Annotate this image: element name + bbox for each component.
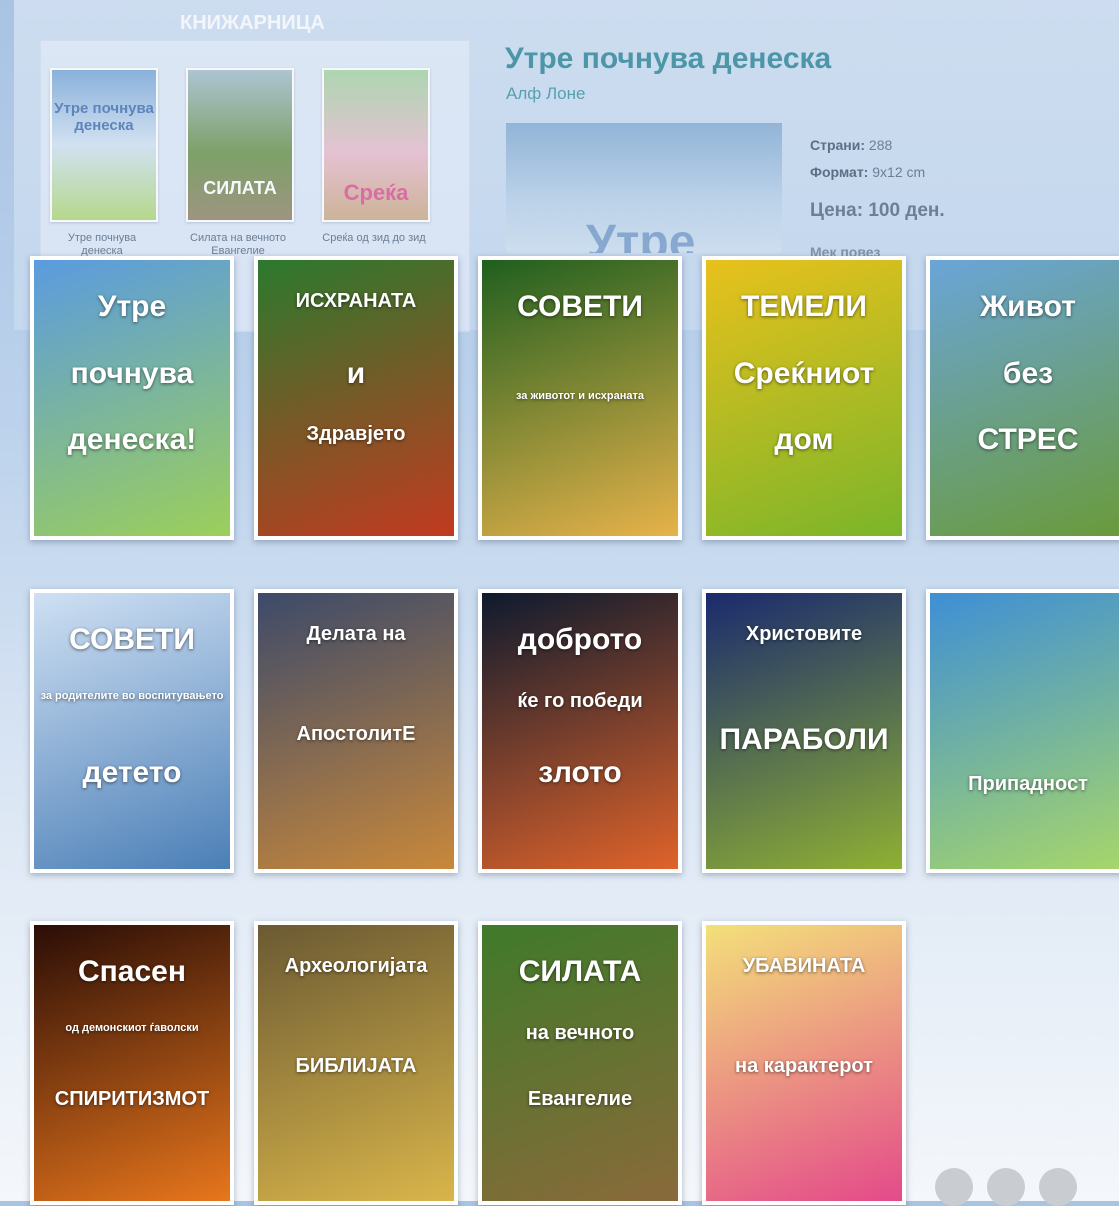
book-cover-2[interactable]: ИСХРАНАТА и Здравјето [254,256,458,540]
cover-text: СПИРИТИЗМОТ [54,1088,210,1111]
price: Цена: 100 ден. [810,200,945,221]
bookstore-header: КНИЖАРНИЦА [180,12,325,34]
book-cover-5[interactable]: Живот без СТРЕС [926,256,1119,540]
pages-value: 288 [868,137,893,153]
book-cover-7[interactable]: Делата на АпостолитЕ [254,589,458,873]
book-cover-10[interactable]: Припадност [926,589,1119,873]
cover-text: Спасен [78,955,186,988]
thumbnail-caption[interactable]: Силата на вечното Евангелие [186,232,290,258]
cover-text: Припадност [968,773,1088,795]
cover-text: и [346,356,366,390]
book-cover-8[interactable]: доброто ќе го победи злото [478,589,682,873]
cover-text: ТЕМЕЛИ [741,290,867,323]
cover-text: за животот и исхраната [515,390,645,402]
thumbnail-cover-text: Утре почнува денеска [54,100,154,134]
cover-text: на карактерот [735,1055,873,1077]
cover-text: злото [538,756,622,790]
cover-text: Утре [97,290,167,323]
cover-text: АпостолитЕ [296,723,416,745]
thumbnail-book-2[interactable]: СИЛАТА [186,68,294,222]
dot [935,1168,973,1206]
book-author: Алф Лоне [506,84,586,103]
format-value: 9x12 cm [872,164,926,180]
cover-text: ќе го победи [517,689,643,712]
thumbnail-caption[interactable]: Утре почнува денеска [50,232,154,258]
book-cover-9[interactable]: Христовите ПАРАБОЛИ [702,589,906,873]
cover-text: Среќниот [733,356,875,390]
detail-cover-text: Утре [586,216,696,253]
cover-text: доброто [517,623,643,656]
book-cover-6[interactable]: СОВЕТИ за родителите во воспитувањето дете… [30,589,234,873]
thumbnail-caption[interactable]: Среќа од зид до зид [322,232,426,245]
cover-text: СТРЕС [977,423,1079,457]
thumbnail-book-3[interactable]: Среќа [322,68,430,222]
cover-text: СИЛАТА [518,955,642,988]
thumbnail-cover-text: Среќа [343,180,409,205]
book-cover-4[interactable]: ТЕМЕЛИ Среќниот дом [702,256,906,540]
cover-text: од демонскиот ѓаволски [65,1021,199,1034]
book-detail-cover: Утре [506,123,782,253]
cover-text: за родителите во воспитувањето [40,689,224,702]
cover-text: БИБЛИЈАТА [295,1055,417,1077]
cover-text: без [1002,356,1054,390]
cover-text: Археологијата [284,955,428,977]
cover-text: Делата на [306,623,406,645]
thumbnail-book-1[interactable]: Утре почнува денеска [50,68,158,222]
cover-text: ПАРАБОЛИ [719,723,889,756]
cover-text: УБАВИНАТА [742,955,866,977]
book-cover-14[interactable]: УБАВИНАТА на карактерот [702,921,906,1205]
format-spec: Формат: 9x12 cm [810,164,925,180]
cover-text: СОВЕТИ [517,290,643,323]
book-cover-13[interactable]: СИЛАТА на вечното Евангелие [478,921,682,1205]
book-title: Утре почнува денеска [505,42,832,75]
cover-text: Живот [980,290,1076,323]
book-cover-1[interactable]: Утре почнува денеска! [30,256,234,540]
thumbnail-cover-text: СИЛАТА [203,178,277,198]
cover-text: Христовите [745,623,863,645]
cover-text: дом [774,423,834,457]
cover-text: СОВЕТИ [69,623,195,656]
dot [987,1168,1025,1206]
cover-text: ИСХРАНАТА [295,290,417,312]
pages-label: Страни: [810,137,866,153]
book-cover-12[interactable]: Археологијата БИБЛИЈАТА [254,921,458,1205]
pages-spec: Страни: 288 [810,137,892,153]
cover-text: Евангелие [527,1088,633,1111]
format-label: Формат: [810,164,869,180]
book-cover-3[interactable]: СОВЕТИ за животот и исхраната [478,256,682,540]
book-cover-11[interactable]: Спасен од демонскиот ѓаволски СПИРИТИЗМОТ [30,921,234,1205]
cover-text: денеска! [67,423,197,457]
cover-text: на вечното [525,1021,635,1044]
cover-text: детето [82,756,182,790]
cover-text: почнува [70,356,194,390]
cover-text: Здравјето [306,423,406,446]
dot [1039,1168,1077,1206]
